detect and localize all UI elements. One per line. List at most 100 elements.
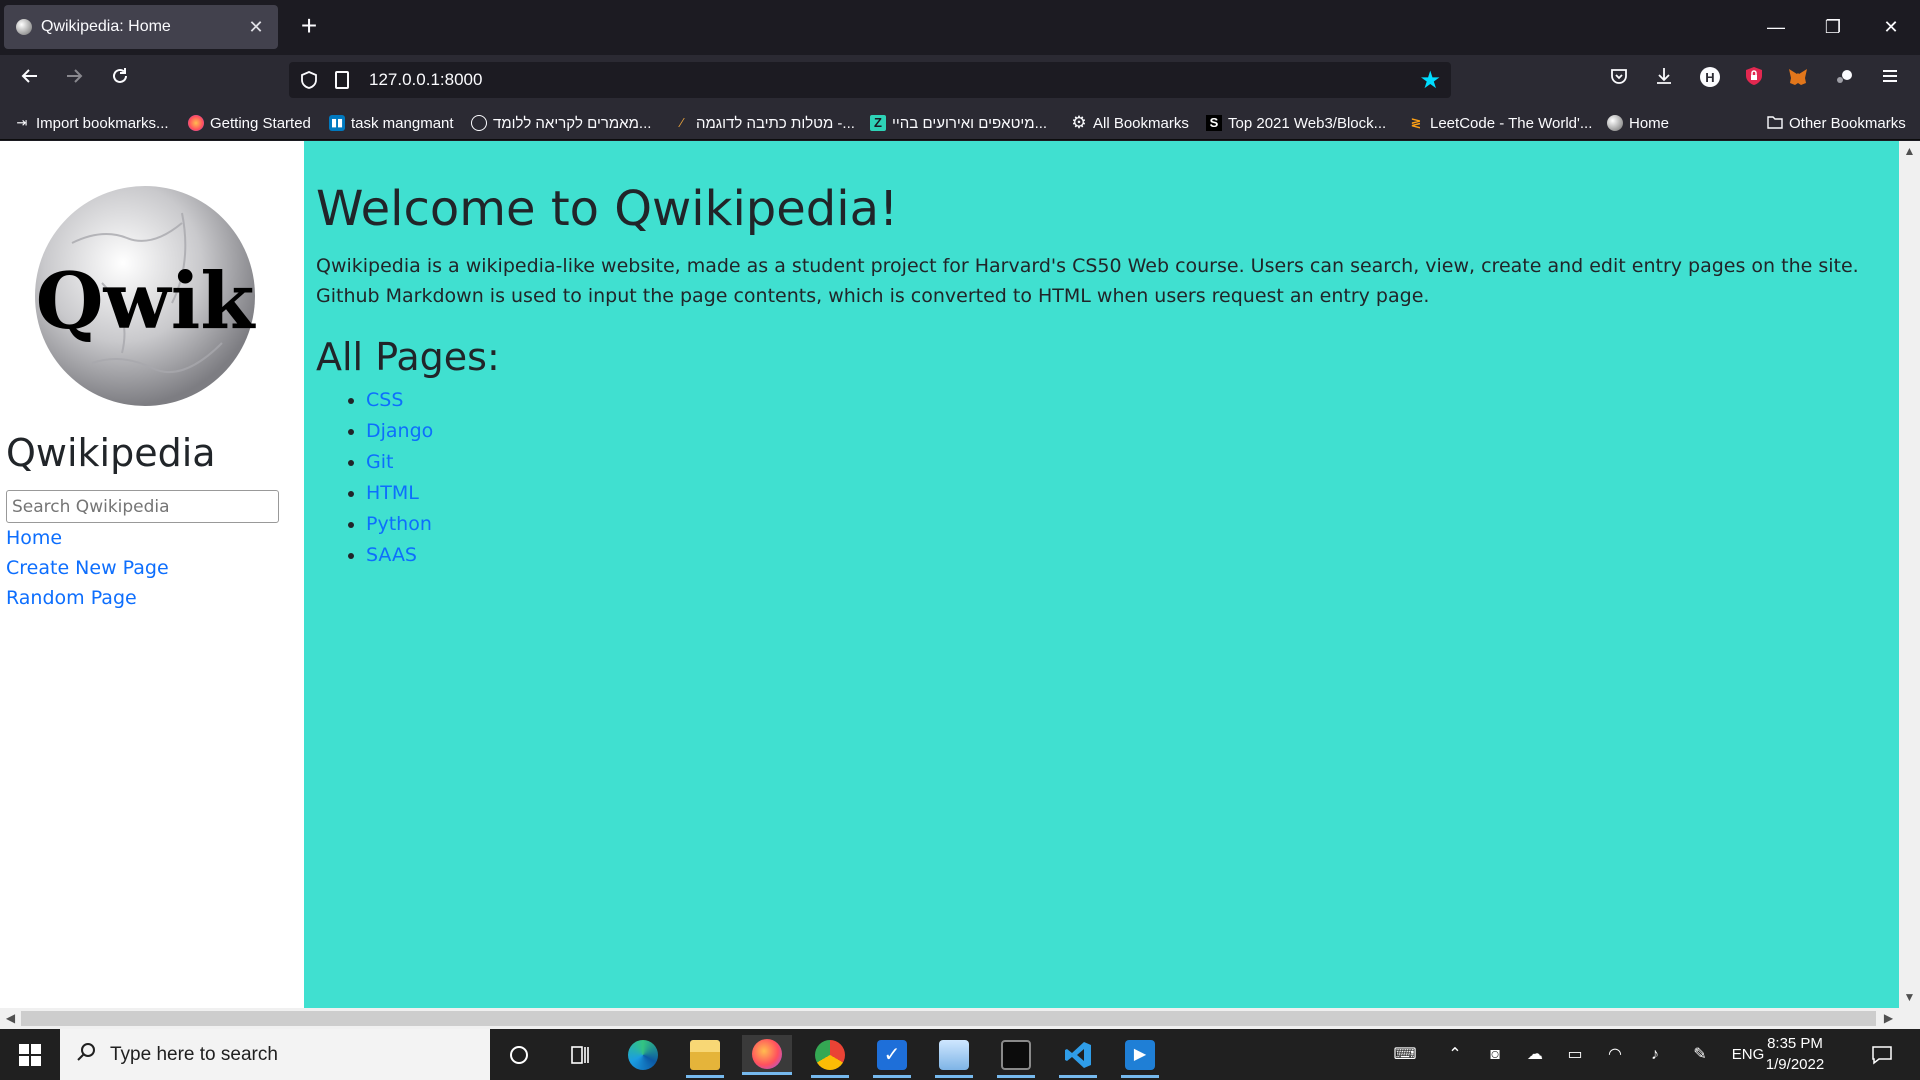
page-link-python[interactable]: Python: [366, 513, 432, 535]
tab-close-icon[interactable]: ✕: [246, 17, 266, 38]
new-tab-button[interactable]: +: [292, 10, 326, 44]
bookmark-all-bookmarks[interactable]: ⚙ All Bookmarks: [1071, 112, 1189, 134]
browser-nav-bar: 127.0.0.1:8000 ★ H: [0, 55, 1920, 105]
sidebar-link-create-new-page[interactable]: Create New Page: [6, 557, 169, 579]
menu-hamburger-icon[interactable]: [1876, 66, 1904, 94]
all-pages-heading: All Pages:: [316, 334, 500, 379]
extension-lock-icon[interactable]: [1740, 66, 1768, 94]
close-window-button[interactable]: ✕: [1868, 8, 1914, 46]
bookmark-label: Home: [1629, 114, 1670, 132]
bookmark-getting-started[interactable]: Getting Started: [188, 112, 311, 134]
minimize-button[interactable]: —: [1753, 8, 1799, 46]
page-link-css[interactable]: CSS: [366, 389, 403, 411]
other-bookmarks-folder[interactable]: Other Bookmarks: [1767, 112, 1906, 134]
system-clock[interactable]: 8:35 PM 1/9/2022: [1754, 1033, 1836, 1075]
vscode-icon[interactable]: [1053, 1035, 1103, 1078]
scroll-down-icon[interactable]: ▼: [1899, 987, 1920, 1008]
bookmark-articles[interactable]: מאמרים לקריאה ללומד...: [471, 112, 651, 134]
sidebar-link-home[interactable]: Home: [6, 527, 62, 549]
battery-icon[interactable]: ▭: [1560, 1029, 1590, 1080]
scroll-left-icon[interactable]: ◀: [0, 1008, 21, 1029]
intro-paragraph: Qwikipedia is a wikipedia-like website, …: [316, 254, 1859, 307]
photos-app-icon[interactable]: [929, 1035, 979, 1078]
page-info-icon[interactable]: [335, 71, 349, 89]
firefox-icon: [188, 115, 204, 131]
bookmark-label: All Bookmarks: [1093, 114, 1189, 132]
metamask-fox-icon[interactable]: [1784, 66, 1812, 94]
chrome-icon[interactable]: [805, 1035, 855, 1078]
bookmark-label: מאמרים לקריאה ללומד...: [493, 114, 652, 132]
page-heading: Welcome to Qwikipedia!: [316, 181, 899, 237]
tab-title: Qwikipedia: Home: [41, 18, 171, 35]
meet-now-icon[interactable]: ◙: [1480, 1029, 1510, 1080]
forward-arrow-icon[interactable]: [58, 64, 90, 96]
sidebar-link-random-page[interactable]: Random Page: [6, 587, 137, 609]
media-app-icon[interactable]: ▶: [1115, 1035, 1165, 1078]
start-button[interactable]: [0, 1029, 60, 1080]
pen-icon[interactable]: ✎: [1685, 1029, 1715, 1080]
bookmark-home[interactable]: Home: [1607, 112, 1669, 134]
page-link-git[interactable]: Git: [366, 451, 393, 473]
horizontal-scrollbar[interactable]: ◀ ▶: [0, 1008, 1920, 1029]
sidebar: Qwik Qwikipedia Home Create New Page Ran…: [0, 141, 304, 1008]
import-icon: ⇥: [16, 115, 28, 130]
back-arrow-icon[interactable]: [14, 64, 46, 96]
extension-h-icon[interactable]: H: [1696, 66, 1724, 94]
gear-icon: ⚙: [1071, 113, 1087, 132]
terminal-icon[interactable]: [991, 1035, 1041, 1078]
bookmark-label: Other Bookmarks: [1789, 114, 1906, 132]
list-item: CSS: [366, 385, 1899, 416]
file-explorer-icon[interactable]: [680, 1035, 730, 1078]
bookmark-label: Getting Started: [210, 114, 311, 132]
tray-chevron-up-icon[interactable]: ⌃: [1440, 1029, 1470, 1080]
tracking-shield-icon[interactable]: [299, 70, 319, 90]
qwikipedia-favicon-icon: [16, 19, 32, 35]
restore-button[interactable]: ❐: [1810, 8, 1856, 46]
page-link-html[interactable]: HTML: [366, 482, 419, 504]
bookmark-label: Top 2021 Web3/Block...: [1228, 114, 1387, 132]
wifi-icon[interactable]: ◠: [1600, 1029, 1630, 1080]
leetcode-icon: ≷: [1410, 115, 1422, 130]
todo-app-icon[interactable]: ✓: [867, 1035, 917, 1078]
horizontal-scroll-thumb[interactable]: [21, 1011, 1876, 1026]
pocket-icon[interactable]: [1605, 66, 1633, 94]
scroll-up-icon[interactable]: ▲: [1899, 141, 1920, 162]
edge-browser-icon[interactable]: [618, 1035, 668, 1075]
task-view-icon[interactable]: [555, 1035, 605, 1075]
qwikipedia-logo[interactable]: Qwik: [32, 183, 258, 409]
browser-tab-active[interactable]: Qwikipedia: Home ✕: [4, 5, 278, 49]
search-icon: [76, 1042, 96, 1068]
bookmark-task-mangmant[interactable]: ▮▮ task mangmant: [329, 112, 454, 134]
bookmarks-toolbar: ⇥ Import bookmarks... Getting Started ▮▮…: [0, 105, 1920, 140]
page-link-saas[interactable]: SAAS: [366, 544, 417, 566]
extensions-puzzle-icon[interactable]: [1830, 66, 1858, 94]
scroll-right-icon[interactable]: ▶: [1878, 1008, 1899, 1029]
list-item: SAAS: [366, 540, 1899, 571]
trello-icon: ▮▮: [329, 115, 345, 131]
bookmark-label: מטלות כתיבה לדוגמה -...: [696, 114, 855, 132]
page-link-django[interactable]: Django: [366, 420, 433, 442]
firefox-taskbar-icon[interactable]: [742, 1035, 792, 1075]
bookmark-label: LeetCode - The World'...: [1430, 114, 1593, 132]
page-viewport: Qwik Qwikipedia Home Create New Page Ran…: [0, 141, 1920, 1029]
url-text[interactable]: 127.0.0.1:8000: [369, 70, 1419, 90]
address-bar[interactable]: 127.0.0.1:8000 ★: [289, 62, 1451, 98]
bookmark-import[interactable]: ⇥ Import bookmarks...: [14, 112, 169, 134]
search-input[interactable]: [6, 490, 279, 523]
reload-icon[interactable]: [104, 64, 136, 96]
globe-icon: [471, 115, 487, 131]
bookmark-star-icon[interactable]: ★: [1419, 66, 1441, 95]
bookmark-writing-tasks[interactable]: ⁄ מטלות כתיבה לדוגמה -...: [674, 112, 855, 134]
notifications-icon[interactable]: [1862, 1029, 1902, 1080]
bookmark-top-2021-web3[interactable]: S Top 2021 Web3/Block...: [1206, 112, 1386, 134]
volume-icon[interactable]: ♪: [1640, 1029, 1670, 1080]
keyboard-icon[interactable]: ⌨: [1385, 1029, 1425, 1080]
downloads-icon[interactable]: [1650, 66, 1678, 94]
bookmark-meetups[interactable]: Z מיטאפים ואירועים בהיי...: [870, 112, 1047, 134]
bookmark-leetcode[interactable]: ≷ LeetCode - The World'...: [1408, 112, 1593, 134]
clock-date: 1/9/2022: [1765, 1056, 1825, 1073]
cortana-icon[interactable]: [494, 1035, 544, 1075]
onedrive-cloud-icon[interactable]: ☁: [1520, 1029, 1550, 1080]
vertical-scrollbar[interactable]: ▲ ▼: [1899, 141, 1920, 1008]
taskbar-search-box[interactable]: Type here to search: [60, 1029, 490, 1080]
